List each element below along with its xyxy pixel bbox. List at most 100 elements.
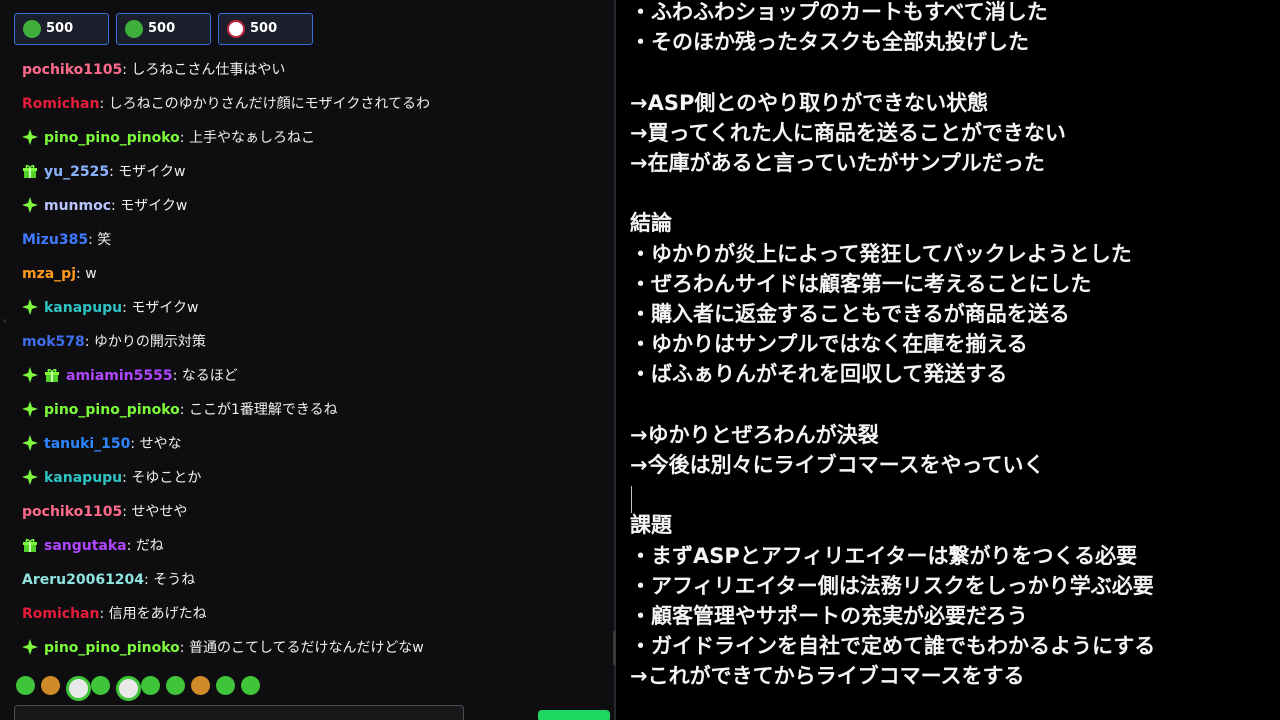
notes-line: ・アフィリエイター側は法務リスクをしっかり学ぶ必要 [630, 573, 1154, 598]
chat-text: ここが1番理解できるね [188, 402, 338, 418]
frog-emote-icon[interactable] [166, 676, 185, 695]
sparkle-badge-icon [22, 639, 38, 655]
panda-emote-icon[interactable] [66, 676, 91, 701]
chat-username[interactable]: munmoc [44, 198, 111, 214]
notes-line: 課題 [630, 513, 672, 538]
chat-message: Areru20061204: そうね [22, 569, 195, 591]
sparkle-badge-icon [22, 197, 38, 213]
chat-separator: : [76, 266, 86, 282]
chat-username[interactable]: pino_pino_pinoko [44, 402, 180, 418]
gift-badge-icon [22, 163, 38, 178]
chat-message: yu_2525: モザイクw [22, 161, 185, 183]
sparkle-badge-icon [22, 401, 38, 417]
notes-line: →在庫があると言っていたがサンプルだった [630, 151, 1045, 175]
chat-separator: : [179, 130, 189, 146]
chat-text: 信用をあげたね [108, 606, 207, 622]
badge-value: 500 [250, 21, 278, 36]
sparkle-badge-icon [22, 129, 38, 145]
frog-emote-icon[interactable] [216, 676, 235, 695]
chat-message: kanapupu: そゆことか [22, 467, 201, 489]
frog-emote-icon[interactable] [16, 676, 35, 695]
chat-separator: : [88, 232, 98, 248]
chat-message: pino_pino_pinoko: ここが1番理解できるね [22, 399, 338, 421]
chat-text: w [85, 266, 97, 282]
face-emote-icon[interactable] [191, 676, 210, 695]
chat-message: mza_pj: w [22, 263, 97, 285]
chat-panel: 500 500 500 pochiko1105: しろねこさん仕事はやい Romi… [0, 0, 614, 720]
app-root: 500 500 500 pochiko1105: しろねこさん仕事はやい Romi… [0, 0, 1280, 720]
notes-line: ・ゆかりはサンプルではなく在庫を揃える [630, 332, 1028, 357]
notes-line: ・ぜろわんサイドは顧客第一に考えることにした [630, 271, 1092, 296]
chat-username[interactable]: kanapupu [44, 470, 122, 486]
sparkle-badge-icon [22, 469, 38, 485]
chat-separator: : [122, 300, 132, 316]
chat-text: せやな [139, 436, 182, 452]
badge-tier-2[interactable]: 500 [116, 13, 211, 45]
avatar-badge-icon [227, 20, 245, 38]
chat-message: Romichan: しろねこのゆかりさんだけ顔にモザイクされてるわ [22, 93, 430, 115]
chat-username[interactable]: yu_2525 [44, 164, 109, 180]
chat-separator: : [179, 640, 189, 656]
collapse-chevron-icon[interactable]: ‹ [3, 316, 7, 327]
notes-line: →ゆかりとぜろわんが決裂 [630, 422, 879, 447]
sparkle-badge-icon [22, 299, 38, 315]
chat-username[interactable]: Romichan [22, 96, 99, 112]
notes-line: ・顧客管理やサポートの充実が必要だろう [630, 604, 1028, 628]
badge-tier-3[interactable]: 500 [218, 13, 313, 45]
chat-text: なるほど [181, 368, 238, 384]
chat-separator: : [109, 164, 119, 180]
gift-badge-icon [22, 537, 38, 552]
chat-username[interactable]: pino_pino_pinoko [44, 130, 180, 146]
chat-message: Romichan: 信用をあげたね [22, 603, 207, 625]
face-emote-icon[interactable] [41, 676, 60, 695]
badge-tier-1[interactable]: 500 [14, 13, 109, 45]
chat-message: amiamin5555: なるほど [22, 365, 238, 387]
badge-value: 500 [148, 21, 176, 36]
notes-line: →ASP側とのやり取りができない状態 [630, 90, 989, 115]
chat-username[interactable]: Areru20061204 [22, 572, 144, 588]
chat-separator: : [122, 470, 132, 486]
frog-badge-icon [23, 20, 41, 38]
chat-text: モザイクw [118, 164, 186, 180]
chat-separator: : [144, 572, 154, 588]
chat-text: しろねこさん仕事はやい [131, 62, 286, 78]
frog-emote-icon[interactable] [241, 676, 260, 695]
chat-username[interactable]: mza_pj [22, 266, 76, 282]
notes-line: ・ゆかりが炎上によって発狂してバックレようとした [630, 241, 1132, 266]
sparkle-badge-icon [22, 367, 38, 383]
chat-message: tanuki_150: せやな [22, 433, 182, 455]
notes-line: →これができてからライブコマースをする [630, 664, 1025, 689]
chat-separator: : [99, 606, 109, 622]
chat-username[interactable]: pino_pino_pinoko [44, 640, 180, 656]
chat-username[interactable]: Romichan [22, 606, 99, 622]
gift-badge-icon [44, 367, 60, 382]
notes-line: ・ばふぁりんがそれを回収して発送する [630, 362, 1008, 387]
chat-send-button[interactable] [538, 710, 610, 720]
notes-line: ・そのほか残ったタスクも全部丸投げした [630, 30, 1029, 55]
chat-username[interactable]: pochiko1105 [22, 62, 122, 78]
chat-message: pino_pino_pinoko: 上手やなぁしろねこ [22, 127, 315, 149]
chat-text: そうね [153, 572, 196, 588]
chat-username[interactable]: pochiko1105 [22, 504, 122, 520]
chat-username[interactable]: Mizu385 [22, 232, 88, 248]
chat-input[interactable] [14, 705, 464, 720]
notes-line: 結論 [630, 211, 672, 236]
chat-username[interactable]: kanapupu [44, 300, 122, 316]
chat-text: ゆかりの開示対策 [93, 334, 206, 350]
chat-message: Mizu385: 笑 [22, 229, 111, 251]
chat-text: せやせや [131, 504, 188, 520]
chat-separator: : [179, 402, 189, 418]
chat-username[interactable]: sangutaka [44, 538, 127, 554]
chat-text: 笑 [97, 232, 112, 248]
panda-emote-icon[interactable] [116, 676, 141, 701]
notes-panel: ・ふわふわショップのカートもすべて消した ・そのほか残ったタスクも全部丸投げした →… [616, 0, 1280, 720]
chat-username[interactable]: tanuki_150 [44, 436, 130, 452]
notes-line: ・購入者に返金することもできるが商品を送る [630, 302, 1070, 326]
frog-emote-icon[interactable] [91, 676, 110, 695]
frog-emote-icon[interactable] [141, 676, 160, 695]
chat-username[interactable]: amiamin5555 [66, 368, 173, 384]
chat-message: munmoc: モザイクw [22, 195, 187, 217]
chat-username[interactable]: mok578 [22, 334, 85, 350]
chat-message: pochiko1105: しろねこさん仕事はやい [22, 59, 285, 81]
notes-line: →今後は別々にライブコマースをやっていく [630, 453, 1045, 477]
